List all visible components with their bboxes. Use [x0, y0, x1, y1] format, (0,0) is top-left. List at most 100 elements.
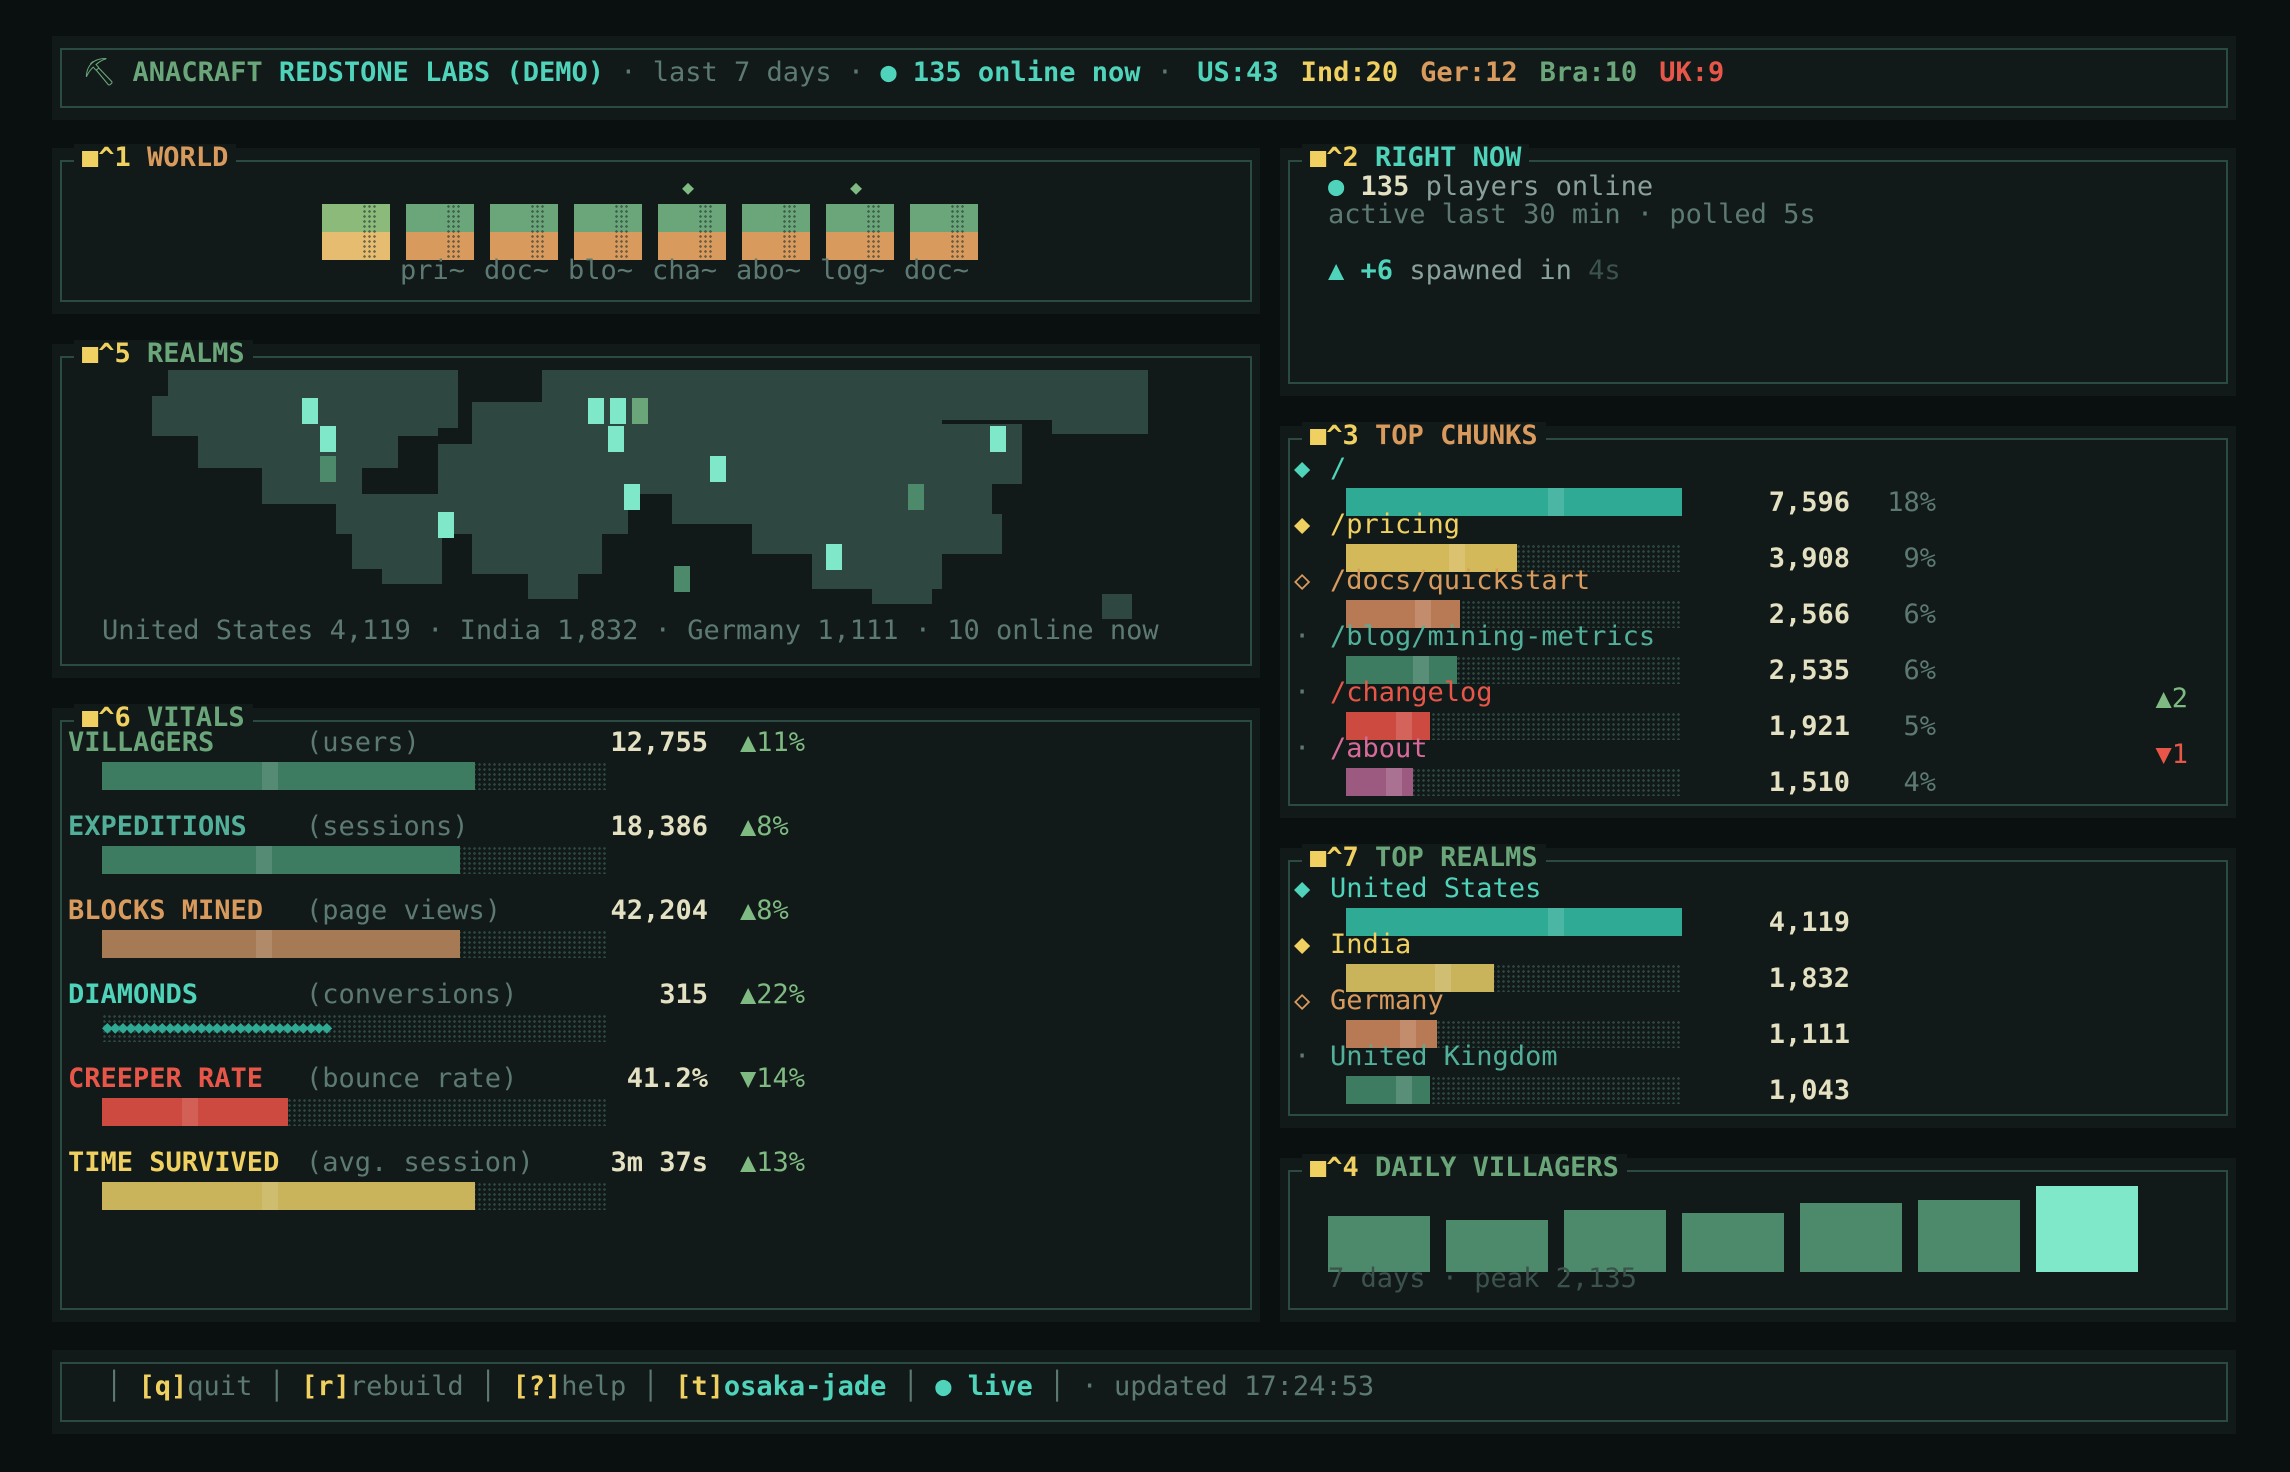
vital-bar: ◆◆◆◆◆◆◆◆◆◆◆◆◆◆◆◆◆◆◆◆◆◆◆◆◆◆◆◆◆ [102, 1014, 606, 1042]
vital-bar [102, 1098, 606, 1126]
world-block [742, 204, 810, 260]
world-label: doc~ [904, 255, 970, 286]
chunk-path: /pricing [1330, 509, 1461, 540]
vital-value: 3m 37s [610, 1147, 708, 1178]
realm-hotspot [610, 398, 626, 424]
shortcut-label[interactable]: osaka-jade [724, 1371, 887, 1402]
diamond-marker-icon: ◆ [850, 175, 863, 199]
vital-name: TIME SURVIVED [68, 1147, 280, 1178]
shortcut-key[interactable]: [t] [675, 1371, 724, 1402]
realm-hotspot [674, 566, 690, 592]
online-dot-icon: ● [880, 57, 897, 88]
live-status[interactable]: live [968, 1371, 1033, 1402]
vital-delta: ▲22% [740, 979, 806, 1010]
header-country: UK:9 [1659, 57, 1725, 88]
vital-subtitle: (page views) [306, 895, 502, 926]
top-realms-panel: ■^7 TOP REALMS ◆ United States 4,119 ◆ India… [1280, 844, 2236, 1128]
right-now-panel: ■^2 RIGHT NOW ● 135 players online activ… [1280, 144, 2236, 396]
realm-hotspot [908, 484, 924, 510]
chunk-marker-icon: · [1294, 677, 1311, 708]
shortcut-label[interactable]: help [561, 1371, 626, 1402]
world-block [406, 204, 474, 260]
chunk-count: 3,908 [1768, 543, 1850, 574]
realm-hotspot [826, 544, 842, 570]
shortcut-key[interactable]: [?] [512, 1371, 561, 1402]
realms-panel: ■^5 REALMS United States 4,119 · India 1… [52, 340, 1260, 678]
realm-name: United Kingdom [1330, 1041, 1558, 1072]
header-line: ⛏ ANACRAFT REDSTONE LABS (DEMO) · last 7… [82, 58, 1746, 88]
panel-square-icon: ■ [82, 142, 99, 173]
chunk-path: /changelog [1330, 677, 1493, 708]
chunk-count: 2,566 [1768, 599, 1850, 630]
updated-time: · updated 17:24:53 [1081, 1371, 1375, 1402]
vitals-panel: ■^6 VITALS VILLAGERS (users) 12,755 ▲11% EXP… [52, 704, 1260, 1322]
realm-hotspot [320, 426, 336, 452]
world-label: pri~ [400, 255, 466, 286]
realm-count: 1,111 [1768, 1019, 1850, 1050]
vital-delta: ▲11% [740, 727, 806, 758]
footer-bar: │ [q]quit │ [r]rebuild │ [?]help │ [t]os… [52, 1350, 2236, 1434]
daily-bar [1918, 1200, 2020, 1272]
realm-name: India [1330, 929, 1412, 960]
realm-hotspot [624, 484, 640, 510]
chunk-percent: 9% [1903, 543, 1936, 574]
online-dot-icon: ● [1328, 171, 1345, 202]
brand-name: ANACRAFT [132, 57, 263, 88]
shortcut-label[interactable]: quit [187, 1371, 252, 1402]
chunk-percent: 5% [1903, 711, 1936, 742]
players-online-count: 135 [1360, 171, 1410, 202]
realm-name: United States [1330, 873, 1542, 904]
realm-hotspot [710, 456, 726, 482]
chunk-marker-icon: · [1294, 621, 1311, 652]
vital-bar [102, 1182, 606, 1210]
world-block [826, 204, 894, 260]
world-block [658, 204, 726, 260]
realm-hotspot [990, 426, 1006, 452]
realm-hotspot [302, 398, 318, 424]
realm-hotspot [438, 512, 454, 538]
vital-bar [102, 846, 606, 874]
vital-value: 41.2% [626, 1063, 708, 1094]
chunk-marker-icon: ◆ [1294, 453, 1311, 484]
daily-bar [1800, 1203, 1902, 1272]
diamond-marker-icon: ◆ [682, 175, 695, 199]
world-label: blo~ [568, 255, 634, 286]
shortcut-label[interactable]: rebuild [350, 1371, 464, 1402]
chunk-path: / [1330, 453, 1347, 484]
header-country: Ger:12 [1420, 57, 1518, 88]
daily-villagers-title: DAILY VILLAGERS [1375, 1152, 1619, 1183]
world-block [322, 204, 390, 260]
realm-marker-icon: ◆ [1294, 873, 1311, 904]
realm-marker-icon: · [1294, 1041, 1311, 1072]
live-dot-icon: ● [935, 1371, 968, 1402]
daily-villagers-panel: ■^4 DAILY VILLAGERS 7 days · peak 2,135 [1280, 1154, 2236, 1322]
header-country: Bra:10 [1539, 57, 1638, 88]
chunk-path: /blog/mining-metrics [1330, 621, 1656, 652]
daily-bar [2036, 1186, 2138, 1272]
world-block [490, 204, 558, 260]
vital-subtitle: (users) [306, 727, 420, 758]
vital-bar [102, 762, 606, 790]
vital-value: 315 [659, 979, 708, 1010]
time-range[interactable]: last 7 days [653, 57, 832, 88]
daily-bar [1682, 1213, 1784, 1272]
pickaxe-icon: ⛏ [82, 57, 117, 88]
realm-count: 1,043 [1768, 1075, 1850, 1106]
shortcut-key[interactable]: [q] [139, 1371, 188, 1402]
chunk-marker-icon: ◇ [1294, 565, 1311, 596]
world-label: cha~ [652, 255, 718, 286]
footer-line: │ [q]quit │ [r]rebuild │ [?]help │ [t]os… [106, 1371, 1375, 1402]
realm-name: Germany [1330, 985, 1444, 1016]
shortcut-key[interactable]: [r] [301, 1371, 350, 1402]
chunk-trend: ▼1 [2155, 739, 2188, 770]
vital-subtitle: (avg. session) [306, 1147, 534, 1178]
top-chunks-title: TOP CHUNKS [1375, 420, 1538, 451]
world-panel: ■^1 WORLD pri~ doc~ blo~ cha~ abo~ log~ doc~ ◆ ◆ [52, 144, 1260, 314]
chunk-percent: 4% [1903, 767, 1936, 798]
vital-name: EXPEDITIONS [68, 811, 247, 842]
top-realms-title: TOP REALMS [1375, 842, 1538, 873]
chunk-trend: ▲2 [2155, 683, 2188, 714]
vital-name: VILLAGERS [68, 727, 215, 758]
vital-value: 42,204 [610, 895, 708, 926]
realm-hotspot [588, 398, 604, 424]
